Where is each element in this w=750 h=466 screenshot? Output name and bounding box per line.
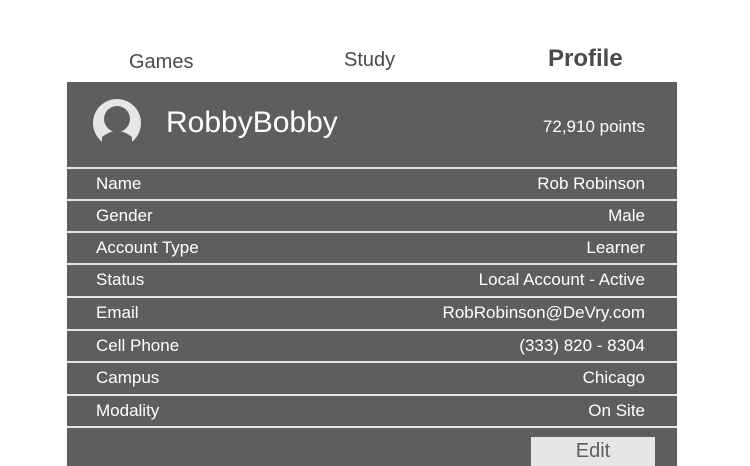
points-count: 72,910 points bbox=[542, 117, 645, 136]
field-value: Learner bbox=[586, 238, 645, 257]
divider bbox=[67, 426, 677, 428]
field-label: Status bbox=[96, 270, 145, 289]
field-row-cell-phone: Cell Phone (333) 820 - 8304 bbox=[67, 329, 677, 361]
field-label: Modality bbox=[96, 401, 160, 420]
field-row-campus: Campus Chicago bbox=[67, 361, 677, 393]
field-label: Name bbox=[96, 174, 142, 193]
field-value: Rob Robinson bbox=[537, 174, 645, 193]
field-row-name: Name Rob Robinson bbox=[67, 167, 677, 199]
user-avatar-icon bbox=[93, 99, 141, 147]
tab-games[interactable]: Games bbox=[129, 51, 193, 74]
top-nav: Games Study Profile bbox=[0, 0, 750, 82]
field-value: Local Account - Active bbox=[478, 270, 645, 289]
profile-panel: RobbyBobby 72,910 points Name Rob Robins… bbox=[67, 82, 677, 466]
field-row-account-type: Account Type Learner bbox=[67, 231, 677, 263]
field-label: Campus bbox=[96, 368, 160, 387]
username: RobbyBobby bbox=[166, 106, 338, 139]
field-value: On Site bbox=[588, 401, 645, 420]
tab-profile[interactable]: Profile bbox=[548, 45, 623, 73]
field-value: (333) 820 - 8304 bbox=[519, 336, 645, 355]
field-row-gender: Gender Male bbox=[67, 199, 677, 231]
field-value: RobRobinson@DeVry.com bbox=[442, 303, 645, 322]
field-label: Email bbox=[96, 303, 139, 322]
field-label: Gender bbox=[96, 206, 153, 225]
tab-study[interactable]: Study bbox=[344, 49, 395, 72]
field-label: Cell Phone bbox=[96, 336, 180, 355]
field-row-status: Status Local Account - Active bbox=[67, 263, 677, 295]
field-value: Male bbox=[608, 206, 645, 225]
field-row-email: Email RobRobinson@DeVry.com bbox=[67, 296, 677, 328]
field-label: Account Type bbox=[96, 238, 199, 257]
field-row-modality: Modality On Site bbox=[67, 394, 677, 426]
profile-header: RobbyBobby 72,910 points bbox=[67, 82, 677, 167]
edit-button[interactable]: Edit bbox=[531, 437, 655, 466]
field-value: Chicago bbox=[582, 368, 645, 387]
